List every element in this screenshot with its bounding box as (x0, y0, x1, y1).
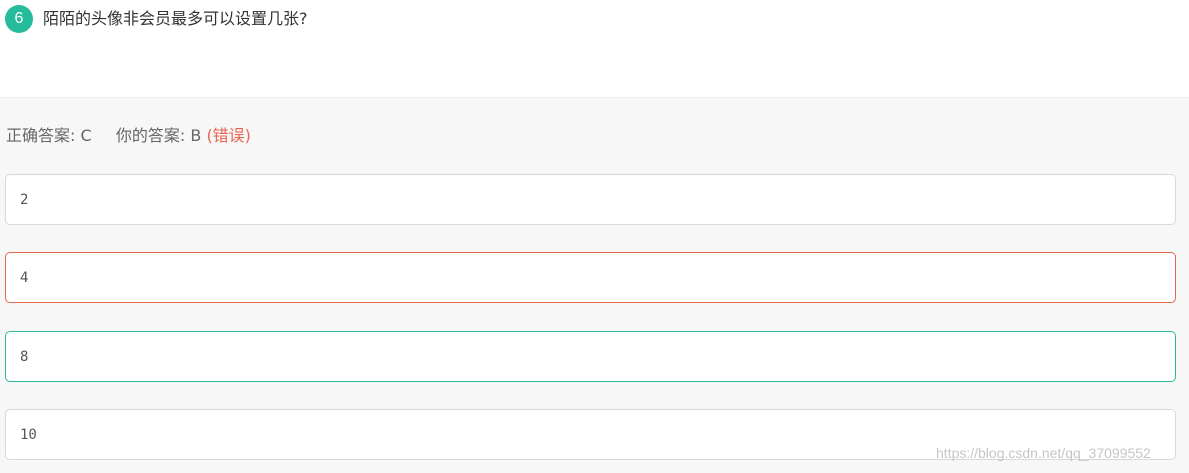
your-answer-label: 你的答案: (115, 126, 186, 145)
correct-answer-label: 正确答案: (6, 126, 76, 145)
answer-status-wrong: (错误) (206, 126, 251, 145)
option-d-text: 10 (20, 427, 37, 443)
question-number-badge: 6 (5, 5, 33, 33)
answer-summary: 正确答案: C 你的答案: B (错误) (6, 125, 251, 147)
answer-panel: 正确答案: C 你的答案: B (错误) 2 4 8 10 https://bl… (0, 98, 1189, 473)
option-a-text: 2 (20, 192, 29, 208)
option-b-text: 4 (20, 270, 29, 286)
quiz-question-page: 6 陌陌的头像非会员最多可以设置几张? 正确答案: C 你的答案: B (错误)… (0, 0, 1189, 473)
question-header: 6 陌陌的头像非会员最多可以设置几张? (0, 0, 1189, 98)
question-text: 陌陌的头像非会员最多可以设置几张? (43, 9, 308, 28)
option-b-selected-wrong[interactable]: 4 (5, 252, 1176, 303)
option-a[interactable]: 2 (5, 174, 1176, 225)
option-c-correct[interactable]: 8 (5, 331, 1176, 382)
option-c-text: 8 (20, 349, 29, 365)
watermark-text: https://blog.csdn.net/qq_37099552 (936, 445, 1151, 461)
correct-answer-value: C (80, 126, 92, 145)
your-answer-value: B (190, 126, 202, 145)
